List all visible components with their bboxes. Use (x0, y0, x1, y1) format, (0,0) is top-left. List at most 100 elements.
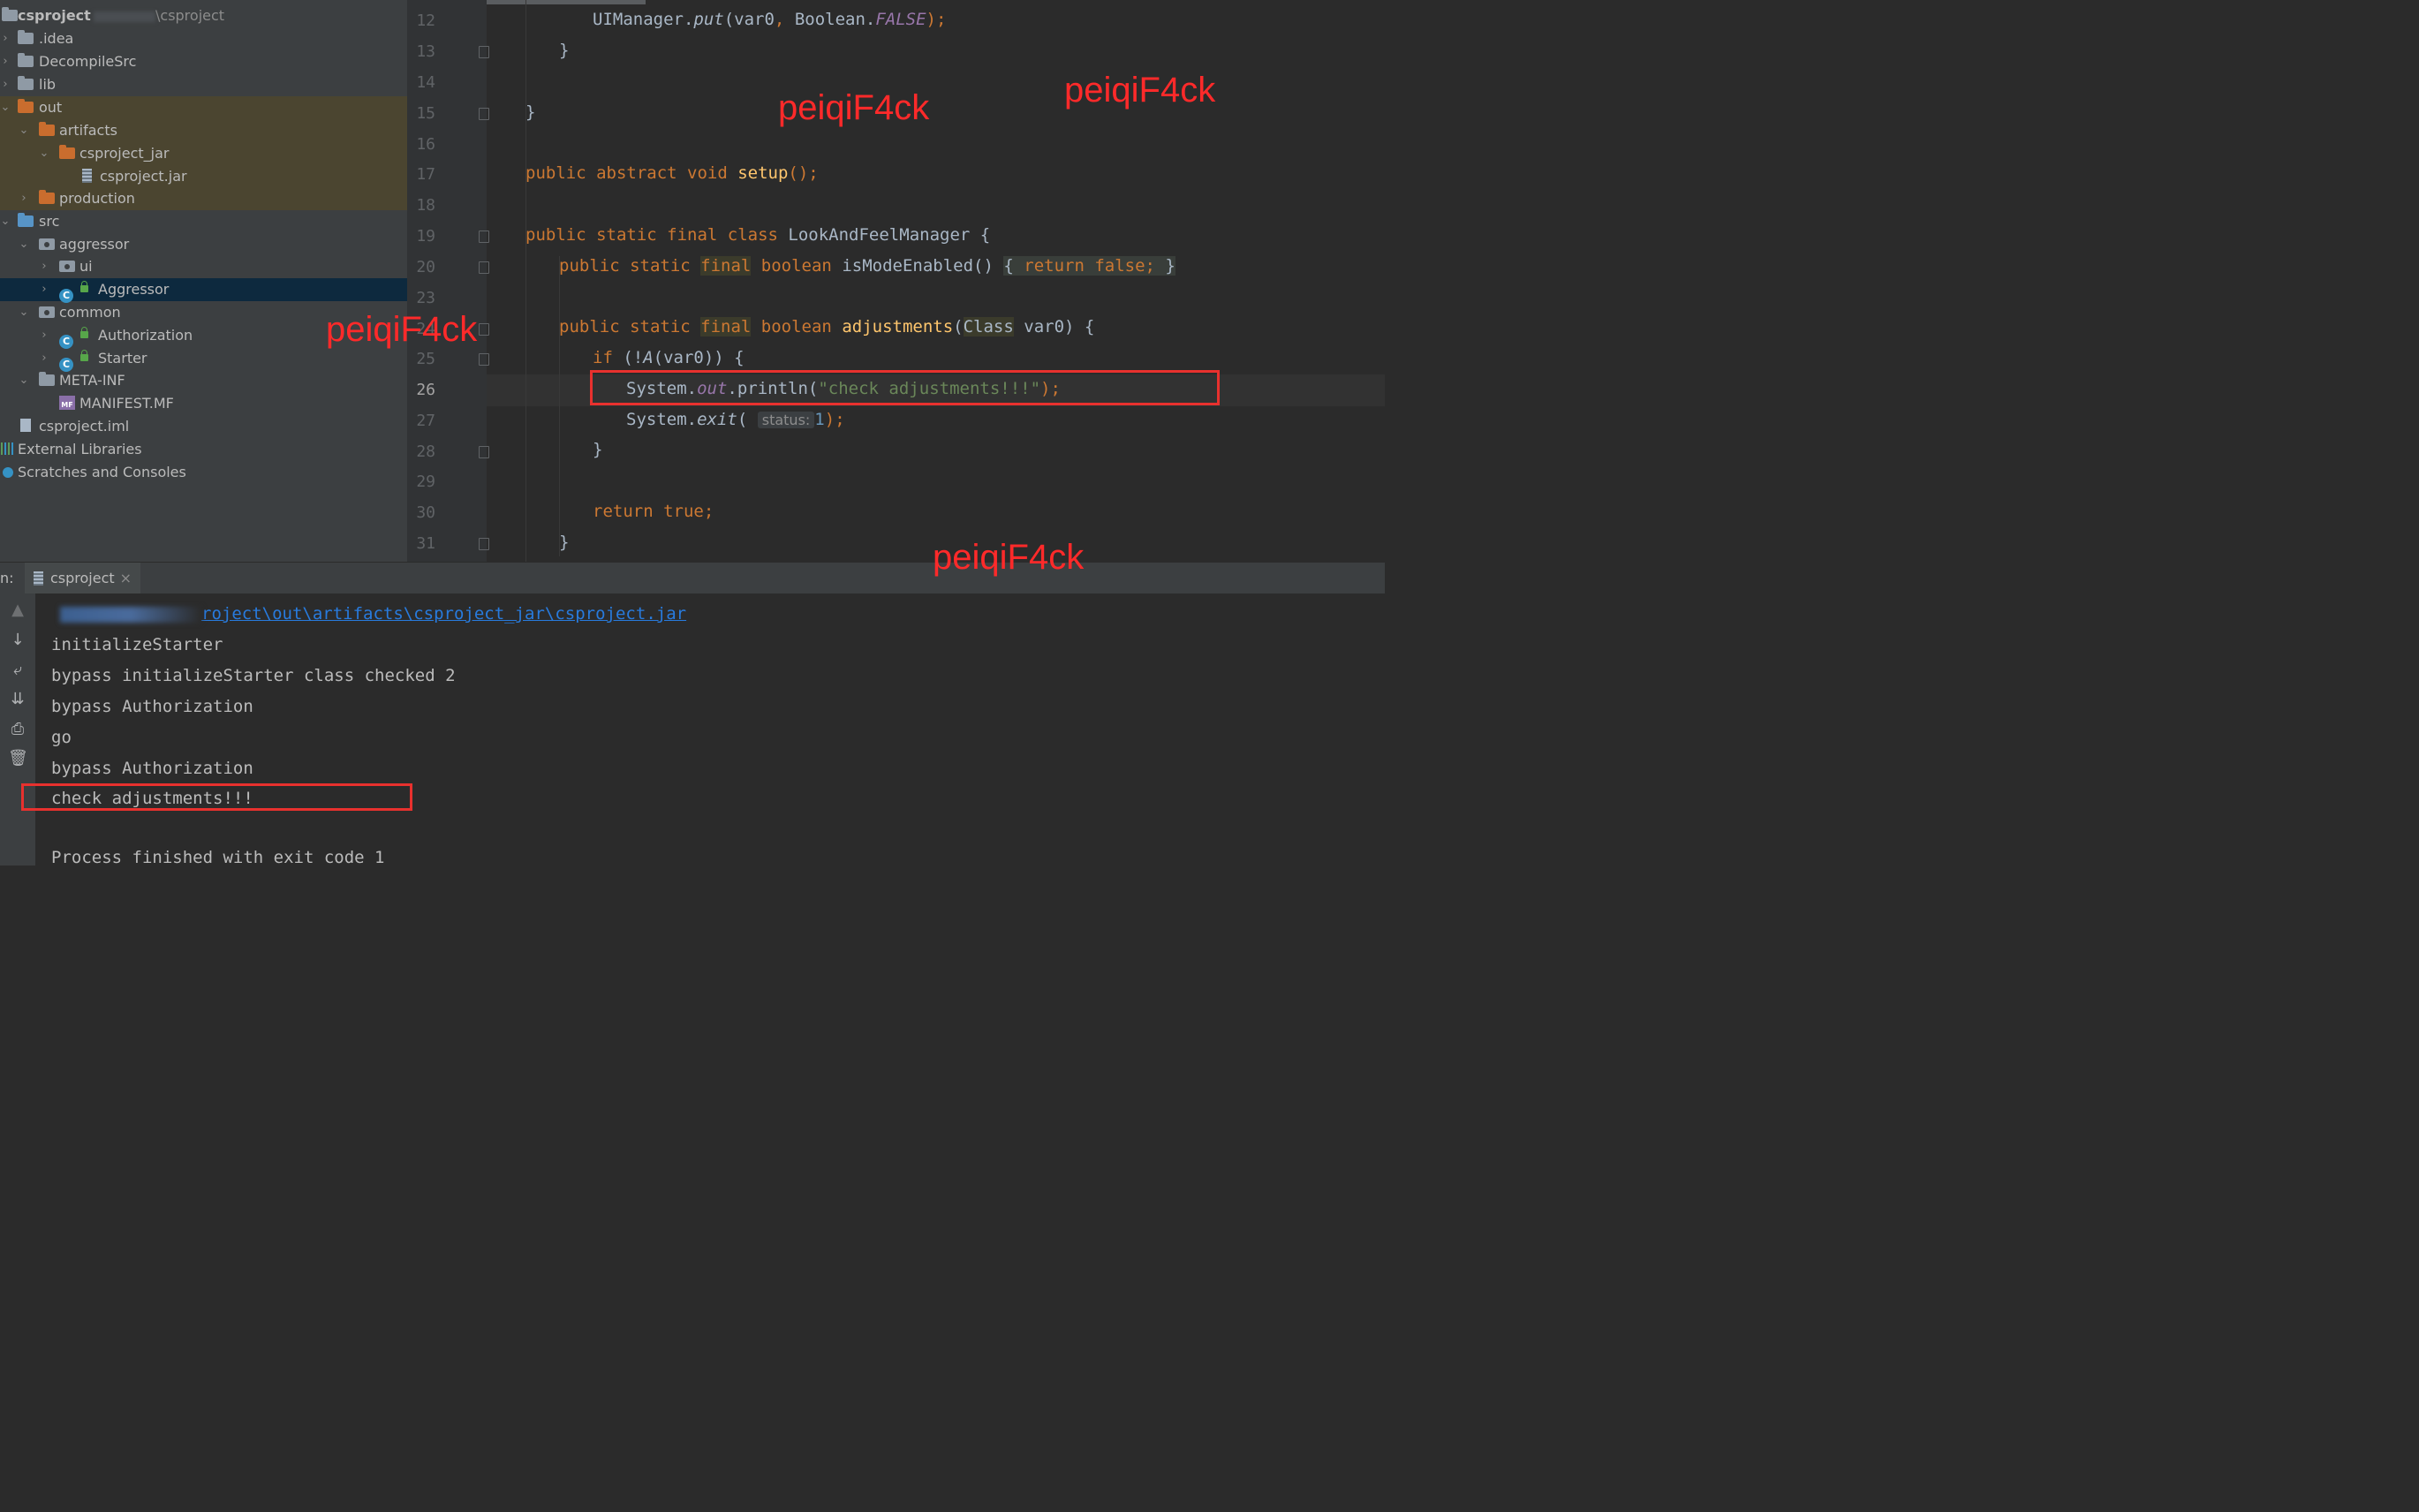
package-icon (59, 260, 75, 273)
fold-marker-icon[interactable] (479, 323, 489, 336)
line-number: 30 (416, 503, 435, 522)
highlight-box-code (590, 370, 1220, 405)
tree-root[interactable]: csproject \csproject (0, 4, 407, 27)
fold-marker-icon[interactable] (479, 46, 489, 58)
chevron-down-icon[interactable]: ⌄ (19, 301, 29, 324)
tree-root-path: \csproject (87, 4, 224, 27)
tree-item-csproject-jar-folder[interactable]: ⌄ csproject_jar (0, 142, 407, 165)
tree-item-decompilesrc[interactable]: › DecompileSrc (0, 50, 407, 73)
tree-item-scratches[interactable]: Scratches and Consoles (0, 461, 407, 484)
tree-item-starter[interactable]: › C Starter (0, 347, 407, 372)
blurred-path (60, 606, 201, 623)
code-line-13: } (559, 41, 570, 60)
tree-item-label: .idea (39, 30, 74, 47)
tree-item-manifest[interactable]: MF MANIFEST.MF (0, 392, 407, 415)
chevron-right-icon[interactable]: › (19, 187, 29, 210)
project-folder-icon (2, 9, 18, 22)
line-number: 29 (416, 472, 435, 491)
jar-path-link[interactable]: roject\out\artifacts\csproject_jar\cspro… (201, 604, 686, 624)
tree-item-label: artifacts (59, 122, 117, 139)
code-line-31: } (559, 533, 570, 552)
fold-expand-icon[interactable] (479, 261, 489, 274)
chevron-down-icon[interactable]: ⌄ (0, 96, 11, 119)
console-exit-line: Process finished with exit code 1 (51, 848, 385, 866)
chevron-down-icon[interactable]: ⌄ (19, 119, 29, 142)
line-gutter: 12 13 14 15 16 17 18 19 20 23 24 25 26 2… (407, 0, 487, 562)
folder-orange-icon (39, 124, 55, 137)
console-line: initializeStarter (51, 635, 223, 654)
project-tree: csproject \csproject › .idea › Decompile… (0, 0, 407, 562)
code-line-15: } (525, 102, 536, 122)
chevron-right-icon[interactable]: › (0, 27, 11, 50)
chevron-right-icon[interactable]: › (39, 347, 49, 370)
tree-item-idea[interactable]: › .idea (0, 27, 407, 50)
tree-item-label: lib (39, 76, 57, 93)
libraries-icon (1, 442, 17, 456)
down-icon[interactable]: ↓ (8, 631, 27, 649)
scratches-icon (1, 465, 17, 480)
code-editor[interactable]: 12 13 14 15 16 17 18 19 20 23 24 25 26 2… (407, 0, 1385, 562)
run-tab-csproject[interactable]: csproject × (25, 563, 141, 594)
tree-item-csproject-jar[interactable]: csproject.jar (0, 165, 407, 188)
tree-item-src[interactable]: ⌄ src (0, 210, 407, 233)
print-icon[interactable]: ⎙ (8, 720, 27, 738)
code-line-28: } (593, 440, 603, 459)
code-line-20: public static final boolean isModeEnable… (559, 256, 1175, 276)
tree-item-artifacts[interactable]: ⌄ artifacts (0, 119, 407, 142)
folder-orange-icon (39, 192, 55, 205)
tree-item-label: DecompileSrc (39, 53, 137, 70)
fold-marker-icon[interactable] (479, 538, 489, 550)
fold-marker-icon[interactable] (479, 231, 489, 243)
tree-item-label: ui (79, 258, 93, 275)
tree-item-label: Starter (98, 350, 147, 367)
chevron-down-icon[interactable]: ⌄ (19, 233, 29, 256)
tree-item-label: production (59, 190, 135, 207)
package-icon (39, 306, 55, 319)
chevron-right-icon[interactable]: › (39, 278, 49, 301)
line-number: 14 (416, 73, 435, 92)
indent-guide (525, 0, 526, 562)
trash-icon[interactable]: 🗑 (8, 749, 28, 767)
tree-item-out[interactable]: ⌄ out (0, 96, 407, 119)
watermark: peiqiF4ck (933, 538, 1085, 577)
chevron-down-icon[interactable]: ⌄ (0, 210, 11, 233)
chevron-right-icon[interactable]: › (39, 255, 49, 278)
tree-item-lib[interactable]: › lib (0, 73, 407, 96)
tree-item-external-libraries[interactable]: External Libraries (0, 438, 407, 461)
code-line-25: if (!A(var0)) { (593, 348, 745, 367)
chevron-right-icon[interactable]: › (0, 50, 11, 73)
chevron-right-icon[interactable]: › (0, 73, 11, 96)
up-icon[interactable]: ▲ (8, 601, 27, 619)
scroll-to-end-icon[interactable]: ⇊ (8, 690, 27, 708)
lock-icon (80, 327, 88, 338)
console-line: bypass initializeStarter class checked 2 (51, 666, 456, 685)
class-icon: C (59, 283, 75, 303)
watermark: peiqiF4ck (1064, 71, 1216, 110)
code-line-17: public abstract void setup(); (525, 163, 819, 183)
fold-marker-icon[interactable] (479, 353, 489, 366)
run-panel-header: n: csproject × (0, 562, 1385, 594)
manifest-icon: MF (59, 396, 75, 410)
chevron-right-icon[interactable]: › (39, 324, 49, 347)
fold-marker-icon[interactable] (479, 108, 489, 120)
folder-orange-icon (59, 147, 75, 160)
console-line: bypass Authorization (51, 697, 253, 716)
soft-wrap-icon[interactable]: ⤶ (8, 661, 27, 679)
line-number: 19 (416, 227, 435, 246)
tree-item-label: MANIFEST.MF (79, 395, 174, 412)
fold-marker-icon[interactable] (479, 446, 489, 458)
tree-item-ui[interactable]: › ui (0, 255, 407, 278)
chevron-down-icon[interactable]: ⌄ (19, 369, 29, 392)
console-output[interactable]: roject\out\artifacts\csproject_jar\cspro… (35, 593, 1385, 866)
tree-item-meta-inf[interactable]: ⌄ META-INF (0, 369, 407, 392)
line-number: 25 (416, 350, 435, 368)
tree-item-iml[interactable]: csproject.iml (0, 415, 407, 438)
tree-item-aggressor-class[interactable]: › C Aggressor (0, 278, 407, 303)
close-icon[interactable]: × (120, 570, 132, 586)
tree-item-production[interactable]: › production (0, 187, 407, 210)
line-number: 28 (416, 442, 435, 461)
line-number: 20 (416, 258, 435, 276)
package-icon (39, 238, 55, 251)
chevron-down-icon[interactable]: ⌄ (39, 142, 49, 165)
tree-item-aggressor-package[interactable]: ⌄ aggressor (0, 233, 407, 256)
